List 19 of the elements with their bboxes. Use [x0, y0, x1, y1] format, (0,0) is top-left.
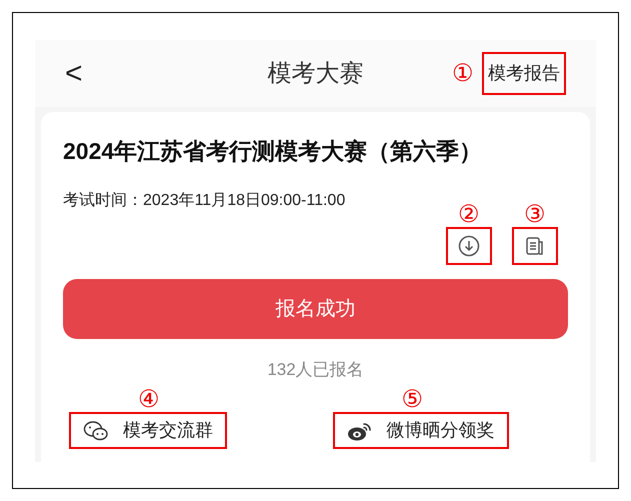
callout-number: ⑤ — [402, 388, 424, 412]
share-link[interactable]: 微博晒分领奖 — [332, 412, 508, 449]
document-button[interactable] — [512, 226, 558, 264]
signup-count: 132人已报名 — [266, 358, 365, 380]
chat-bubbles-icon — [83, 420, 109, 442]
back-button[interactable]: < — [65, 58, 215, 88]
page-title: 模考大赛 — [266, 58, 364, 88]
document-icon — [524, 234, 546, 256]
callout-number: ② — [458, 202, 480, 226]
callout-number: ① — [452, 62, 474, 86]
contest-title: 2024年江苏省考行测模考大赛（第六季） — [63, 137, 484, 166]
download-button[interactable] — [446, 226, 492, 264]
callout-number: ③ — [524, 202, 546, 226]
signup-button[interactable]: 报名成功 — [63, 278, 568, 338]
callout-number: ④ — [138, 388, 160, 412]
share-link[interactable]: 模考交流群 — [69, 412, 227, 449]
download-icon — [458, 234, 480, 256]
exam-time: 考试时间：2023年11月18日09:00-11:00 — [63, 190, 346, 210]
report-link[interactable]: 模考报告 — [482, 52, 566, 95]
